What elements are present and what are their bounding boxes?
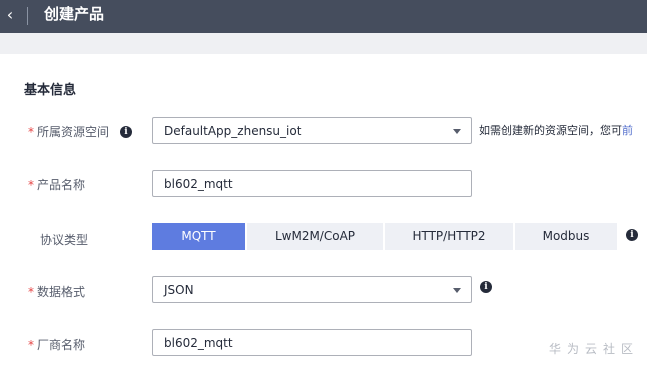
protocol-option-lwm2m[interactable]: LwM2M/CoAP — [247, 223, 383, 250]
hint-text: 如需创建新的资源空间，您可 — [479, 124, 622, 137]
chevron-left-icon: ‹ — [6, 5, 14, 24]
back-button[interactable]: ‹ — [3, 6, 17, 24]
resource-space-label-text: 所属资源空间 — [37, 125, 110, 139]
header-divider — [27, 7, 28, 25]
protocol-option-modbus[interactable]: Modbus — [515, 223, 617, 250]
required-mark: * — [28, 125, 34, 139]
data-format-value: JSON — [164, 283, 194, 297]
data-format-select[interactable]: JSON — [152, 276, 472, 303]
info-icon[interactable]: i — [120, 126, 132, 138]
vendor-name-label-text: 厂商名称 — [37, 338, 86, 352]
hint-link[interactable]: 前 — [622, 124, 633, 137]
vendor-name-label: * 厂商名称 — [28, 337, 85, 353]
resource-space-hint: 如需创建新的资源空间，您可前 — [479, 122, 633, 138]
product-name-value: bl602_mqtt — [164, 177, 233, 191]
product-name-label-text: 产品名称 — [37, 178, 86, 192]
caret-down-icon — [453, 288, 461, 293]
watermark: 华为云社区 — [549, 342, 640, 356]
protocol-option-http[interactable]: HTTP/HTTP2 — [385, 223, 513, 250]
product-name-label: * 产品名称 — [28, 177, 85, 193]
caret-down-icon — [453, 129, 461, 134]
protocol-label: 协议类型 — [40, 233, 89, 247]
data-format-label: * 数据格式 — [28, 284, 85, 300]
vendor-name-value: bl602_mqtt — [164, 336, 233, 350]
header-spacer — [0, 33, 647, 54]
required-mark: * — [28, 338, 34, 352]
product-name-input[interactable]: bl602_mqtt — [152, 170, 472, 197]
page-title: 创建产品 — [44, 5, 105, 23]
top-bar: ‹ 创建产品 — [0, 0, 647, 33]
resource-space-label: * 所属资源空间 — [28, 124, 109, 140]
resource-space-select[interactable]: DefaultApp_zhensu_iot — [152, 117, 472, 144]
section-title: 基本信息 — [24, 83, 77, 98]
data-format-label-text: 数据格式 — [37, 285, 86, 299]
protocol-option-mqtt[interactable]: MQTT — [152, 223, 245, 250]
resource-space-value: DefaultApp_zhensu_iot — [164, 124, 302, 138]
required-mark: * — [28, 178, 34, 192]
vendor-name-input[interactable]: bl602_mqtt — [152, 329, 472, 356]
info-icon[interactable]: i — [626, 229, 638, 241]
info-icon[interactable]: i — [480, 281, 492, 293]
required-mark: * — [28, 285, 34, 299]
